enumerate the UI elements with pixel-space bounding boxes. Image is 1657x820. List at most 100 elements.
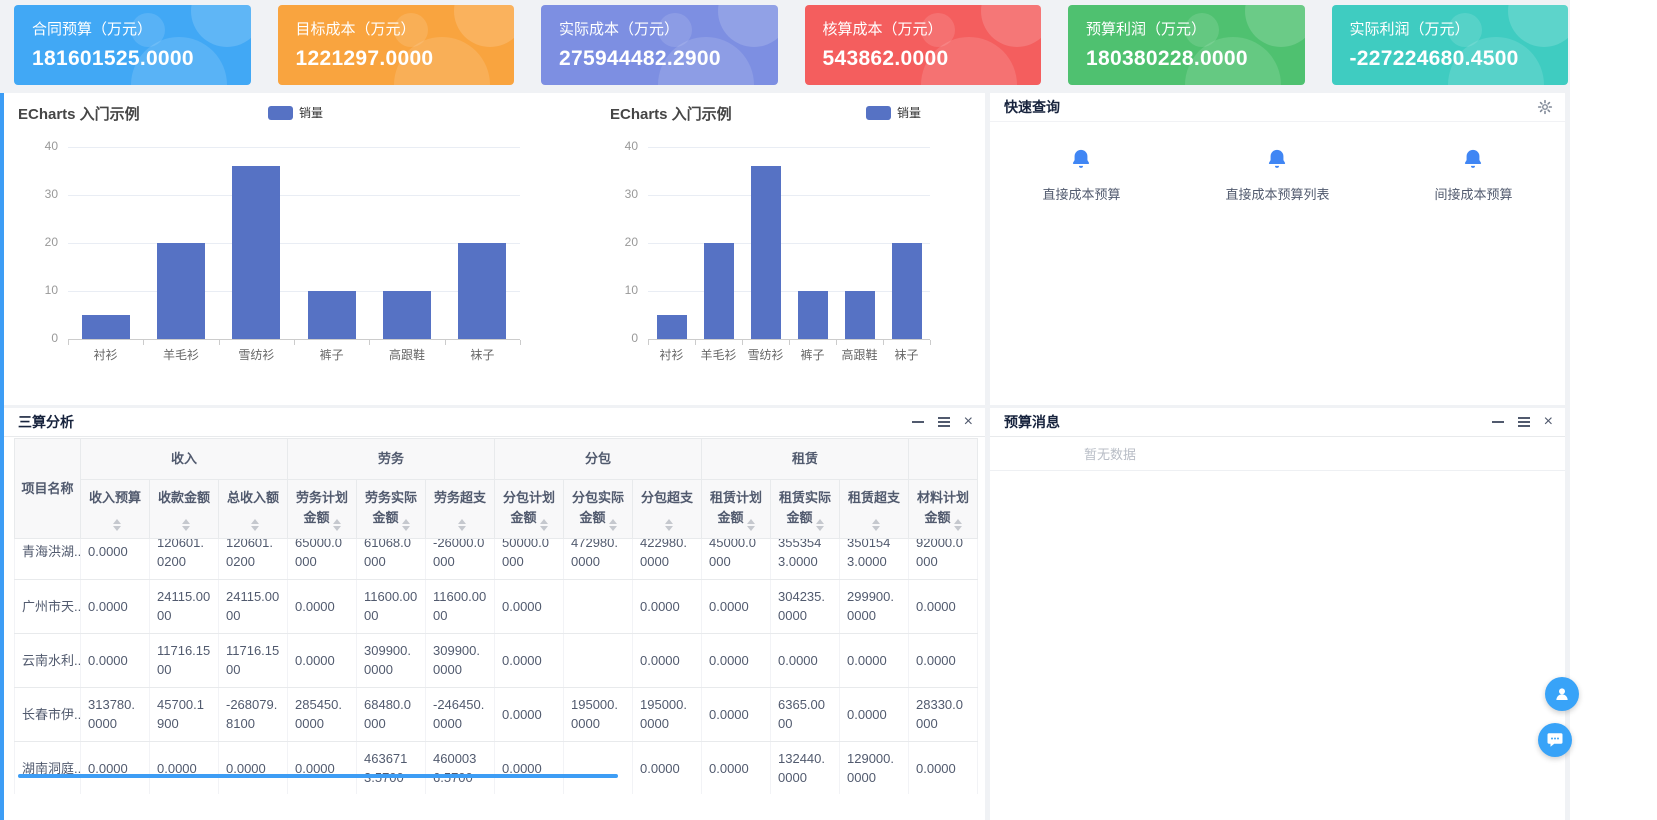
- minimize-icon[interactable]: [1492, 421, 1504, 423]
- chart-legend[interactable]: 销量: [268, 104, 323, 121]
- menu-icon[interactable]: [938, 421, 950, 423]
- table-cell: 132440.0000: [771, 741, 840, 794]
- bar[interactable]: [232, 166, 280, 339]
- messages-panel-title: 预算消息: [1004, 412, 1492, 432]
- table-row[interactable]: 长春市伊...313780.000045700.1900-268079.8100…: [15, 687, 978, 741]
- x-tick-label: 裤子: [294, 346, 369, 363]
- sort-caret-icon[interactable]: [540, 519, 548, 531]
- table-cell: 28330.0000: [909, 687, 978, 741]
- col-header[interactable]: 分包计划金额: [495, 480, 564, 539]
- assistant-float-button[interactable]: [1545, 677, 1579, 711]
- table-row[interactable]: 广州市天...0.000024115.000024115.00000.00001…: [15, 579, 978, 633]
- table-row[interactable]: 云南水利...0.000011716.150011716.15000.00003…: [15, 633, 978, 687]
- quick-query-item[interactable]: 直接成本预算: [1042, 148, 1120, 203]
- legend-label: 销量: [299, 104, 323, 121]
- bar[interactable]: [157, 243, 205, 339]
- minimize-icon[interactable]: [912, 421, 924, 423]
- col-group-header: 劳务: [288, 439, 495, 480]
- close-icon[interactable]: ×: [1544, 414, 1553, 430]
- bar[interactable]: [82, 315, 130, 339]
- quick-query-item[interactable]: 间接成本预算: [1434, 148, 1512, 203]
- x-tick-label: 羊毛衫: [695, 346, 742, 363]
- bar[interactable]: [892, 243, 922, 339]
- sort-caret-icon[interactable]: [609, 519, 617, 531]
- sort-caret-icon[interactable]: [747, 519, 755, 531]
- col-header[interactable]: 总收入额: [219, 480, 288, 539]
- col-header[interactable]: 租赁实际金额: [771, 480, 840, 539]
- col-header[interactable]: 劳务计划金额: [288, 480, 357, 539]
- y-tick-label: 30: [598, 187, 638, 201]
- sort-caret-icon[interactable]: [333, 519, 341, 531]
- col-header[interactable]: 材料计划金额: [909, 480, 978, 539]
- bar[interactable]: [657, 315, 687, 339]
- menu-icon[interactable]: [1518, 421, 1530, 423]
- table-cell: [564, 633, 633, 687]
- quick-query-item-label: 直接成本预算列表: [1225, 184, 1329, 203]
- sort-caret-icon[interactable]: [665, 519, 673, 531]
- bar[interactable]: [798, 291, 828, 339]
- col-header[interactable]: 租赁超支: [840, 480, 909, 539]
- table-cell: 0.0000: [840, 633, 909, 687]
- axis-tick: [520, 340, 521, 345]
- legend-label: 销量: [897, 104, 921, 121]
- table-cell: 422980.0000: [633, 539, 702, 579]
- bar[interactable]: [308, 291, 356, 339]
- kpi-card-value: 1221297.0000: [296, 47, 497, 71]
- gridline: [68, 291, 520, 292]
- chart-legend[interactable]: 销量: [866, 104, 921, 121]
- table-body-viewport[interactable]: 青海洪湖...0.0000120601.0200120601.020065000…: [14, 539, 978, 794]
- sort-caret-icon[interactable]: [954, 519, 962, 531]
- kpi-card-title: 核算成本（万元）: [823, 18, 1024, 39]
- axis-tick: [695, 340, 696, 345]
- bar[interactable]: [383, 291, 431, 339]
- gridline: [648, 243, 930, 244]
- quick-query-item-label: 间接成本预算: [1434, 184, 1512, 203]
- table-cell: 0.0000: [495, 633, 564, 687]
- table-cell: 0.0000: [633, 579, 702, 633]
- bar[interactable]: [751, 166, 781, 339]
- chat-float-button[interactable]: [1538, 723, 1572, 757]
- settings-gear-icon[interactable]: [1537, 99, 1553, 115]
- y-tick-label: 10: [18, 283, 58, 297]
- kpi-card-title: 目标成本（万元）: [296, 18, 497, 39]
- col-header[interactable]: 收款金额: [150, 480, 219, 539]
- axis-tick: [648, 340, 649, 345]
- table-cell: 0.0000: [840, 687, 909, 741]
- quick-query-item[interactable]: 直接成本预算列表: [1225, 148, 1329, 203]
- table-cell: 0.0000: [702, 687, 771, 741]
- col-header[interactable]: 劳务超支: [426, 480, 495, 539]
- sort-caret-icon[interactable]: [816, 519, 824, 531]
- x-tick-label: 袜子: [883, 346, 930, 363]
- left-scrollbar[interactable]: [0, 93, 4, 820]
- close-icon[interactable]: ×: [964, 414, 973, 430]
- kpi-card-title: 合同预算（万元）: [32, 18, 233, 39]
- table-cell: 472980.0000: [564, 539, 633, 579]
- horizontal-scrollbar-thumb[interactable]: [18, 774, 618, 778]
- sort-caret-icon[interactable]: [458, 519, 466, 531]
- kpi-card-value: 180380228.0000: [1086, 47, 1287, 71]
- sort-caret-icon[interactable]: [182, 519, 190, 531]
- col-header[interactable]: 劳务实际金额: [357, 480, 426, 539]
- quick-query-items: 直接成本预算直接成本预算列表 间接成本预算: [990, 148, 1565, 203]
- table-row[interactable]: 湖南洞庭...0.00000.00000.00000.00004636713.5…: [15, 741, 978, 794]
- sort-caret-icon[interactable]: [251, 519, 259, 531]
- bar[interactable]: [704, 243, 734, 339]
- empty-data-text: 暂无数据: [990, 444, 1230, 463]
- bar[interactable]: [845, 291, 875, 339]
- quick-query-title: 快速查询: [1004, 97, 1537, 117]
- col-header[interactable]: 租赁计划金额: [702, 480, 771, 539]
- table-row[interactable]: 青海洪湖...0.0000120601.0200120601.020065000…: [15, 539, 978, 579]
- table-cell: 11716.1500: [219, 633, 288, 687]
- col-header[interactable]: 分包实际金额: [564, 480, 633, 539]
- sales-bar-chart-1: ECharts 入门示例销量010203040衬衫羊毛衫雪纺衫裤子高跟鞋袜子: [10, 95, 596, 400]
- project-name-cell: 广州市天...: [15, 579, 81, 633]
- bar[interactable]: [458, 243, 506, 339]
- col-header[interactable]: 收入预算: [81, 480, 150, 539]
- col-header-label: 分包超支: [641, 490, 693, 505]
- table-cell: 309900.0000: [426, 633, 495, 687]
- sort-caret-icon[interactable]: [872, 519, 880, 531]
- sort-caret-icon[interactable]: [402, 519, 410, 531]
- col-header[interactable]: 分包超支: [633, 480, 702, 539]
- sort-caret-icon[interactable]: [113, 519, 121, 531]
- col-header-project-name[interactable]: 项目名称: [15, 439, 81, 539]
